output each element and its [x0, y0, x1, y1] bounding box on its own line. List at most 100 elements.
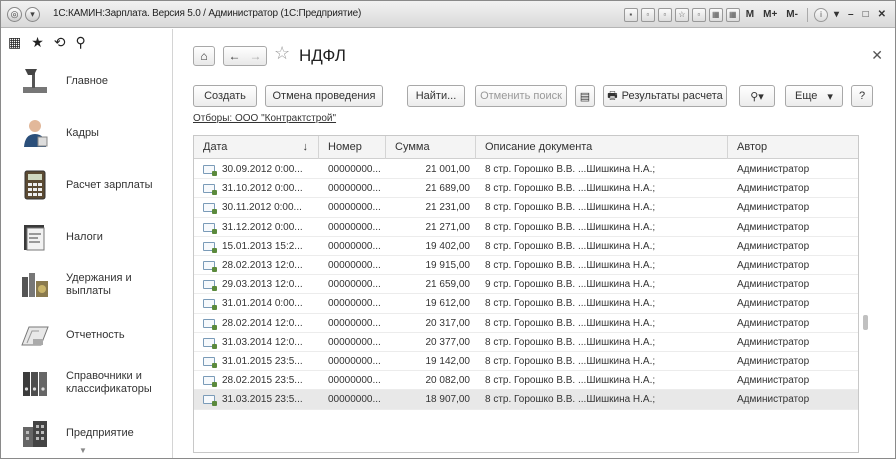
back-arrow-icon[interactable]: ←: [229, 49, 241, 63]
close-form-icon[interactable]: ✕: [871, 47, 883, 64]
history-clock-icon[interactable]: ⟲: [54, 35, 66, 49]
scrollbar-thumb[interactable]: [863, 315, 868, 330]
cell-sum: 21 271,00: [425, 221, 471, 233]
table-row[interactable]: 31.01.2014 0:00... 00000000... 19 612,00 8 …: [194, 294, 858, 314]
cell-date: 28.02.2015 23:5...: [222, 375, 303, 387]
page-title: НДФЛ: [299, 46, 346, 65]
building-icon: [19, 417, 51, 449]
cell-sum: 21 001,00: [425, 164, 471, 175]
table-row[interactable]: 29.03.2013 12:0... 00000000... 21 659,00 9 …: [194, 275, 858, 295]
cell-number: 00000000...: [328, 202, 381, 214]
section-deductions[interactable]: Удержания и выплаты: [1, 261, 172, 309]
section-label: Кадры: [66, 126, 99, 139]
toolbar-divider: [806, 7, 808, 22]
help-button[interactable]: ?: [851, 85, 873, 107]
memory-plus-button[interactable]: M+: [760, 9, 780, 20]
scroll-down-icon[interactable]: ▼: [79, 446, 87, 455]
section-label: Удержания и выплаты: [66, 272, 132, 297]
printer-icon: 🖶: [607, 89, 618, 102]
memory-button[interactable]: M: [743, 9, 757, 20]
column-sum[interactable]: Сумма: [386, 136, 476, 159]
table-row[interactable]: 30.09.2012 0:00... 00000000... 21 001,00 8 …: [194, 160, 858, 180]
search-icon[interactable]: ⚲: [76, 35, 86, 49]
table-row[interactable]: 31.10.2012 0:00... 00000000... 21 689,00 8 …: [194, 179, 858, 199]
calculator-icon: [19, 169, 51, 201]
search-options-button[interactable]: ⚲▾: [739, 85, 775, 107]
section-payroll[interactable]: Расчет зарплаты: [1, 161, 172, 209]
close-window-icon[interactable]: ✕: [875, 9, 889, 20]
column-date[interactable]: Дата ↓: [194, 136, 319, 159]
cancel-search-button[interactable]: Отменить поиск: [475, 85, 567, 107]
column-description[interactable]: Описание документа: [476, 136, 728, 159]
column-number[interactable]: Номер: [319, 136, 386, 159]
cell-author: Администратор: [737, 164, 810, 175]
section-reports[interactable]: Отчетность: [1, 311, 172, 359]
app-menu-icon[interactable]: ◎: [7, 7, 22, 22]
tax-book-icon: [19, 221, 51, 253]
document-posted-icon: [203, 222, 217, 234]
table-scrollbar[interactable]: [859, 135, 871, 453]
forward-arrow-icon[interactable]: →: [250, 49, 262, 63]
title-toolbar: ▪ ▫ ▫ ☆ ▫ ▦ ▦ M M+ M- i ▾ – □ ✕: [623, 5, 889, 24]
window-title: 1С:КАМИН:Зарплата. Версия 5.0 / Админист…: [53, 8, 362, 19]
favorite-star-icon[interactable]: ☆: [274, 43, 290, 64]
section-references[interactable]: Справочники и классификаторы: [1, 359, 172, 407]
cancel-posting-button[interactable]: Отмена проведения: [265, 85, 383, 107]
window-menu-icon[interactable]: ▾: [25, 7, 40, 22]
find-button[interactable]: Найти...: [407, 85, 465, 107]
calculator-small-icon[interactable]: ▦: [725, 7, 740, 22]
history-icon[interactable]: ▫: [691, 7, 706, 22]
cell-description: 8 стр. Горошко В.В. ...Шишкина Н.А.;: [485, 164, 656, 175]
maximize-icon[interactable]: □: [860, 9, 872, 20]
cell-description: 8 стр. Горошко В.В. ...Шишкина Н.А.;: [485, 240, 656, 252]
table-row[interactable]: 30.11.2012 0:00... 00000000... 21 231,00 8 …: [194, 198, 858, 218]
dropdown-icon[interactable]: ▾: [831, 9, 842, 20]
person-icon: [19, 117, 51, 149]
section-label: Налоги: [66, 230, 103, 243]
back-forward-buttons[interactable]: ← →: [223, 46, 267, 66]
home-button[interactable]: ⌂: [193, 46, 215, 66]
info-icon[interactable]: i: [813, 7, 828, 22]
document-posted-icon: [203, 261, 217, 272]
document-posted-icon: [203, 299, 217, 311]
more-button[interactable]: Еще ▾: [785, 85, 843, 107]
memory-minus-button[interactable]: M-: [783, 9, 801, 20]
table-row[interactable]: 28.02.2015 23:5... 00000000... 20 082,00 8 …: [194, 371, 858, 391]
cell-author: Администратор: [737, 202, 810, 214]
column-author[interactable]: Автор: [728, 136, 858, 159]
table-row[interactable]: 28.02.2013 12:0... 00000000... 19 915,00 8 …: [194, 256, 858, 276]
minimize-icon[interactable]: –: [845, 9, 857, 20]
favorites-star-icon[interactable]: ★: [31, 35, 44, 49]
cell-number: 00000000...: [328, 394, 381, 406]
document-posted-icon: [203, 376, 217, 388]
cell-number: 00000000...: [328, 221, 381, 233]
table-row[interactable]: 31.03.2015 23:5... 00000000... 18 907,00 8 …: [194, 390, 858, 410]
document-posted-icon: [203, 395, 217, 407]
cell-sum: 20 317,00: [425, 317, 471, 329]
cell-author: Администратор: [737, 260, 810, 271]
calc-results-button[interactable]: 🖶 Результаты расчета: [603, 85, 727, 107]
cell-author: Администратор: [737, 240, 810, 252]
cell-sum: 19 402,00: [425, 240, 471, 252]
apps-grid-icon[interactable]: ▦: [8, 35, 21, 49]
calendar-icon[interactable]: ▦: [708, 7, 723, 22]
title-bar: ◎ ▾ 1С:КАМИН:Зарплата. Версия 5.0 / Адми…: [1, 1, 895, 28]
section-main[interactable]: Главное: [1, 57, 172, 105]
section-taxes[interactable]: Налоги: [1, 213, 172, 261]
save-icon[interactable]: ▪: [623, 7, 638, 22]
create-button[interactable]: Создать: [193, 85, 257, 107]
table-row[interactable]: 31.01.2015 23:5... 00000000... 19 142,00 8 …: [194, 352, 858, 372]
favorite-icon[interactable]: ☆: [674, 7, 689, 22]
table-row[interactable]: 31.03.2014 12:0... 00000000... 20 377,00 8 …: [194, 333, 858, 352]
table-row[interactable]: 28.02.2014 12:0... 00000000... 20 317,00 8 …: [194, 314, 858, 333]
report-button[interactable]: ▤: [575, 85, 595, 107]
sort-desc-icon: ↓: [302, 141, 309, 153]
table-row[interactable]: 31.12.2012 0:00... 00000000... 21 271,00 8 …: [194, 218, 858, 237]
app-window: ◎ ▾ 1С:КАМИН:Зарплата. Версия 5.0 / Адми…: [0, 0, 896, 459]
section-personnel[interactable]: Кадры: [1, 109, 172, 157]
filter-link[interactable]: Отборы: ООО "Контрактстрой": [193, 113, 336, 124]
table-row[interactable]: 15.01.2013 15:2... 00000000... 19 402,00 8 …: [194, 237, 858, 256]
sections-toolbar: ▦ ★ ⟲ ⚲: [1, 29, 172, 55]
print-icon[interactable]: ▫: [640, 7, 655, 22]
preview-icon[interactable]: ▫: [657, 7, 672, 22]
